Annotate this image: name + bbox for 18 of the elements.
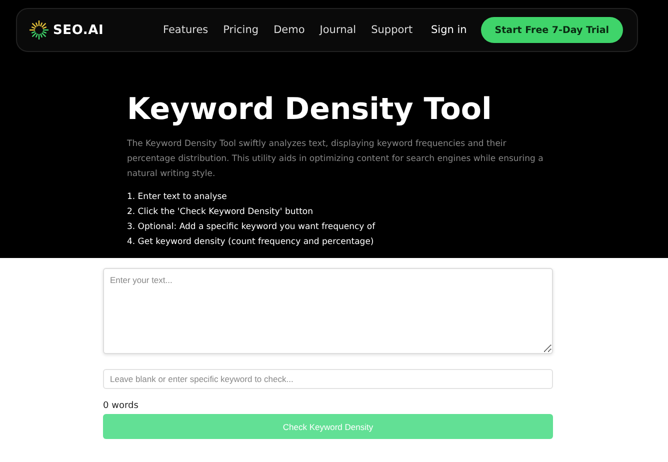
step-text: 4. Get keyword density (count frequency and percentage) [127,236,375,249]
nav-link[interactable]: Demo [274,24,305,36]
page-title: Keyword Density Tool [127,92,493,127]
description: The Keyword Density Tool swiftly analyzes text, displaying keyword frequencies and their percentage distribution. This utility aids in optimizing content for search engines while ensuring a natural writing style. [127,138,544,181]
trial-button[interactable]: Start Free 7-Day Trial [480,17,623,43]
nav-link[interactable]: Support [371,24,413,36]
sign-in-link[interactable]: Sign in [430,24,467,36]
nav-link[interactable]: Journal [320,24,356,36]
logo-text[interactable]: SEO.AI [53,22,104,38]
keyword-field[interactable]: Leave blank or enter specific keyword to check... [103,369,553,389]
nav-link[interactable]: Pricing [223,24,259,36]
step-text: 2. Click the 'Check Keyword Density' button [127,206,314,219]
step-text: 3. Optional: Add a specific keyword you want frequency of [127,221,376,234]
word-count: 0 words [103,401,140,411]
text-field[interactable]: Enter your text... [103,268,553,354]
step-text: 1. Enter text to analyse [127,191,228,204]
logo-icon [29,20,49,40]
nav-link[interactable]: Features [163,24,208,36]
